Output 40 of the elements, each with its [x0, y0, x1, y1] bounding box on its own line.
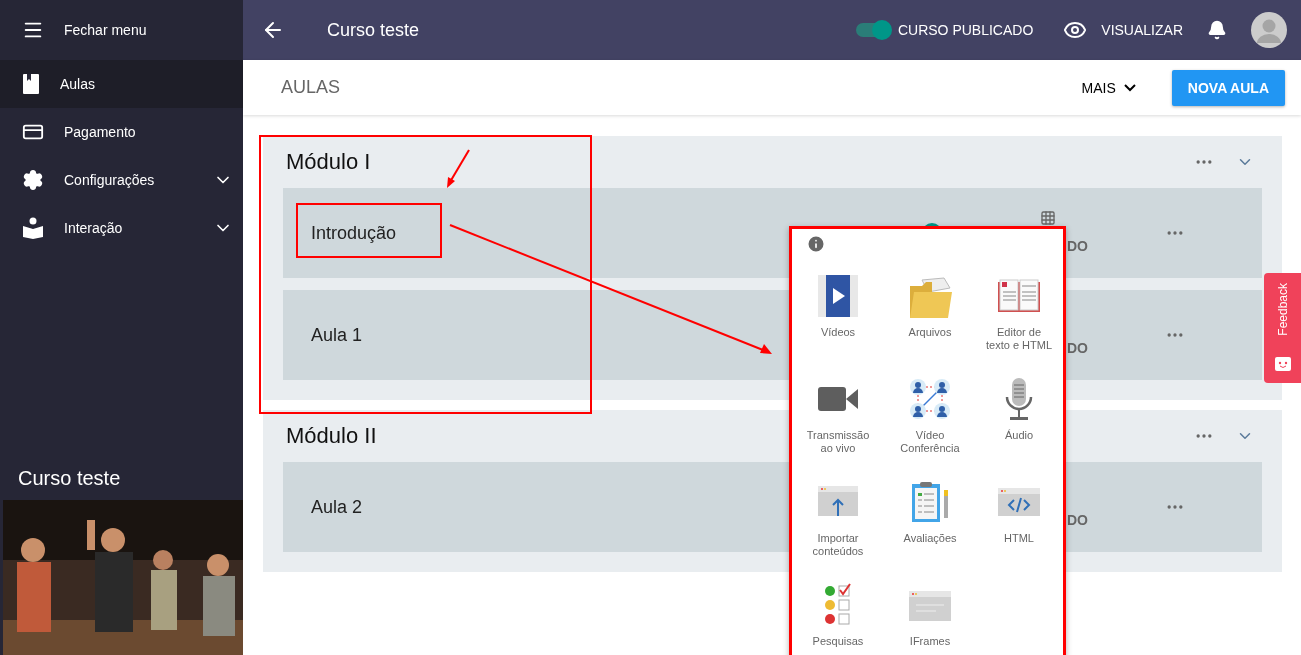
sidebar-item[interactable]: Interação — [0, 204, 243, 252]
content-type-option[interactable]: Pesquisas — [792, 583, 884, 655]
sidebar-label: Pagamento — [64, 124, 137, 140]
chevron-icon — [1123, 83, 1136, 92]
course-title: Curso teste — [17, 467, 122, 491]
section-title: AULAS — [281, 77, 342, 98]
publish-switch[interactable] — [855, 23, 890, 37]
reader-icon — [22, 217, 44, 239]
bell-icon[interactable] — [1207, 20, 1227, 40]
status-text: DO — [1067, 512, 1088, 528]
sidebar-label: Interação — [64, 220, 124, 236]
sidebar-item[interactable]: Aulas — [0, 60, 243, 108]
gear-icon — [22, 169, 44, 191]
more-button[interactable]: MAIS — [1075, 78, 1142, 97]
chat-face-icon — [1274, 357, 1291, 373]
page-title: Curso teste — [327, 19, 421, 41]
status-text: DO — [1067, 340, 1088, 356]
lesson-title: Aula 2 — [311, 496, 363, 518]
book-icon — [22, 74, 40, 94]
preview-link[interactable]: VISUALIZAR — [1101, 22, 1183, 38]
status-text: DO — [1067, 238, 1088, 254]
module-title: Módulo II — [286, 423, 377, 449]
module-title: Módulo I — [286, 149, 371, 175]
folder-icon — [908, 274, 952, 318]
info-icon[interactable] — [806, 234, 826, 254]
avatar-icon[interactable] — [1251, 12, 1287, 48]
close-menu-link[interactable]: Fechar menu — [64, 22, 147, 38]
feedback-tab[interactable]: Feedback — [1264, 273, 1301, 383]
publish-label: CURSO PUBLICADO — [897, 22, 1034, 38]
grid-icon[interactable] — [1040, 210, 1056, 226]
sidebar-item[interactable]: Pagamento — [0, 108, 243, 156]
content-type-option[interactable]: IFrames — [884, 583, 976, 655]
film-play-icon — [816, 274, 860, 318]
annotation-arrow — [445, 149, 471, 189]
lesson-title: Introdução — [311, 222, 397, 244]
sidebar-label: Configurações — [64, 172, 156, 188]
sidebar-label: Aulas — [60, 76, 97, 92]
lesson-title: Aula 1 — [311, 324, 363, 346]
people-network-icon — [908, 377, 952, 421]
sidebar-item[interactable]: Configurações — [0, 156, 243, 204]
